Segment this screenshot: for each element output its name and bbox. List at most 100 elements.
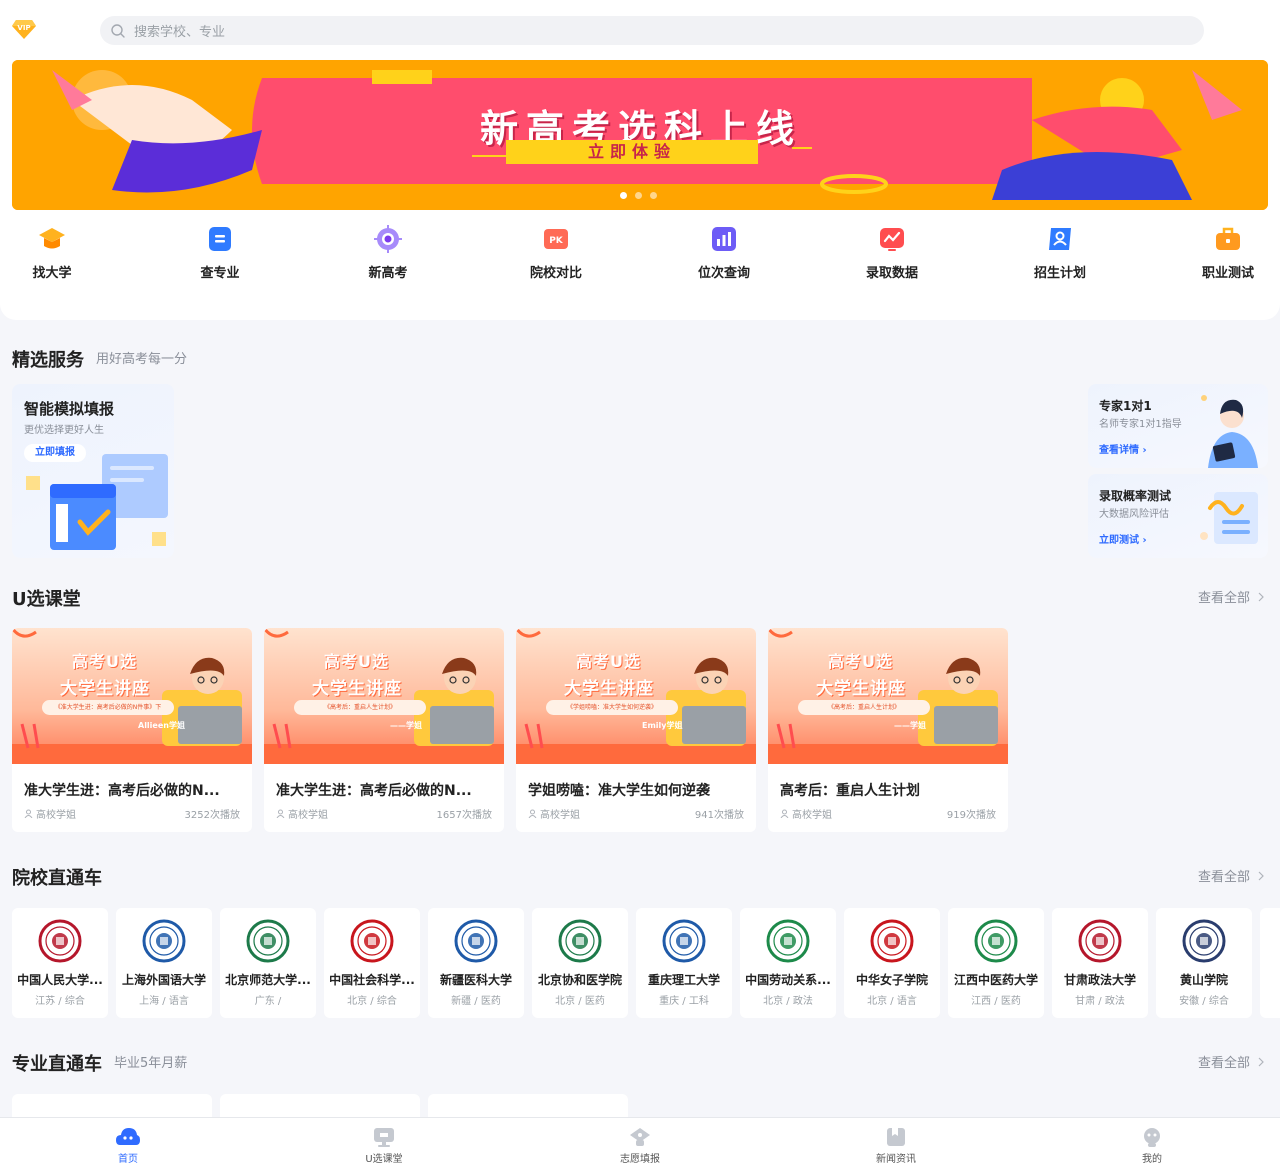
nav-enrollment-plan[interactable]: 招生计划 — [1010, 222, 1110, 281]
nav-label: 找大学 — [32, 266, 72, 281]
book-icon — [209, 227, 231, 251]
school-card-partial[interactable] — [1260, 908, 1280, 1018]
school-card[interactable]: 新疆医科大学 新疆 / 医药 — [428, 908, 524, 1018]
course-author: 高校学姐 — [276, 806, 328, 821]
classroom-icon — [374, 1128, 394, 1147]
thumb-line1: 高考U选 — [576, 652, 641, 671]
bar-chart-icon — [712, 227, 736, 251]
school-card[interactable]: 甘肃政法大学 甘肃 / 政法 — [1052, 908, 1148, 1018]
course-thumbnail: 高考U选 大学生讲座 《高考后：重启人生计划》 ——学姐 — [768, 628, 1008, 764]
school-meta: 广东 / — [254, 996, 282, 1007]
chevron-right-icon — [1258, 592, 1264, 601]
tab-home[interactable]: 首页 — [68, 1118, 188, 1165]
nav-compare-schools[interactable]: PK 院校对比 — [506, 222, 606, 281]
schools-see-all-link[interactable]: 查看全部 — [1198, 866, 1264, 885]
author-name: 高校学姐 — [288, 810, 328, 821]
svg-text:PK: PK — [549, 236, 564, 246]
course-title: 准大学生进：高考后必做的N... — [24, 783, 220, 799]
school-card[interactable]: 黄山学院 安徽 / 综合 — [1156, 908, 1252, 1018]
nav-label: 招生计划 — [1033, 266, 1086, 281]
bottom-tab-bar: 首页 U选课堂 志愿填报 新闻资讯 我的 — [0, 1117, 1280, 1167]
probability-test-card[interactable]: 录取概率测试 大数据风险评估 立即测试 › — [1088, 474, 1268, 558]
section-title-majors: 专业直通车 — [12, 1054, 102, 1075]
tab-classroom[interactable]: U选课堂 — [324, 1118, 444, 1165]
tab-news[interactable]: 新闻资讯 — [836, 1118, 956, 1165]
nav-admission-data[interactable]: 录取数据 — [842, 222, 942, 281]
svg-text:VIP: VIP — [17, 24, 30, 32]
tab-application[interactable]: 志愿填报 — [580, 1118, 700, 1165]
thumb-line2: 大学生讲座 — [312, 679, 402, 699]
banner-dot[interactable] — [620, 192, 627, 199]
school-name: 北京协和医学院 — [537, 973, 622, 987]
thumb-topic: 《学姐唠嗑：准大学生如何逆袭》 — [546, 700, 678, 715]
course-card[interactable]: 高考U选 大学生讲座 《高考后：重启人生计划》 ——学姐 高考后：重启人生计划 … — [768, 628, 1008, 832]
news-icon — [887, 1128, 905, 1146]
course-title: 高考后：重启人生计划 — [780, 783, 920, 799]
nav-label: 职业测试 — [1201, 266, 1254, 281]
course-card[interactable]: 高考U选 大学生讲座 《准大学生进：高考后必做的N件事》下 Allieen学姐 … — [12, 628, 252, 832]
probability-test-title: 录取概率测试 — [1099, 489, 1172, 503]
expert-consult-card[interactable]: 专家1对1 名师专家1对1指导 查看详情 › — [1088, 384, 1268, 468]
thumb-signature: Emily学姐 — [642, 721, 683, 730]
quick-nav: 找大学 查专业 新高考 PK 院校对比 位次查询 录取数据 招生计划 职业测试 — [0, 222, 1280, 282]
school-card[interactable]: 中国社会科学... 北京 / 综合 — [324, 908, 420, 1018]
section-title-schools: 院校直通车 — [12, 868, 102, 889]
banner-dot[interactable] — [635, 192, 642, 199]
nav-find-university[interactable]: 找大学 — [2, 222, 102, 281]
school-card[interactable]: 重庆理工大学 重庆 / 工科 — [636, 908, 732, 1018]
school-logo-icon — [454, 919, 498, 963]
banner-cta-button[interactable]: 立即体验 — [506, 140, 758, 164]
course-thumbnail: 高考U选 大学生讲座 《学姐唠嗑：准大学生如何逆袭》 Emily学姐 — [516, 628, 756, 764]
thumb-line1: 高考U选 — [828, 652, 893, 671]
probability-test-link[interactable]: 立即测试 › — [1099, 531, 1147, 546]
thumb-line1: 高考U选 — [72, 652, 137, 671]
school-logo-icon — [766, 919, 810, 963]
course-plays: 1657次播放 — [436, 810, 492, 821]
school-card[interactable]: 北京协和医学院 北京 / 医药 — [532, 908, 628, 1018]
promo-banner[interactable]: 新高考选科上线 立即体验 — [12, 60, 1268, 210]
smart-application-subtitle: 更优选择更好人生 — [24, 425, 104, 436]
thumb-line2: 大学生讲座 — [816, 679, 906, 699]
school-card[interactable]: 上海外国语大学 上海 / 语言 — [116, 908, 212, 1018]
course-thumbnail: 高考U选 大学生讲座 《高考后：重启人生计划》 ——学姐 — [264, 628, 504, 764]
nav-find-major[interactable]: 查专业 — [170, 222, 270, 281]
school-name: 重庆理工大学 — [647, 973, 720, 987]
school-meta: 北京 / 语言 — [867, 996, 917, 1007]
school-logo-icon — [38, 919, 82, 963]
thumb-topic: 《准大学生进：高考后必做的N件事》下 — [42, 700, 174, 715]
courses-see-all-link[interactable]: 查看全部 — [1198, 587, 1264, 606]
school-card[interactable]: 北京师范大学... 广东 / — [220, 908, 316, 1018]
search-icon — [111, 23, 125, 38]
nav-career-test[interactable]: 职业测试 — [1178, 222, 1278, 281]
smart-application-card[interactable]: 智能模拟填报 更优选择更好人生 立即填报 — [12, 384, 174, 558]
majors-see-all-link[interactable]: 查看全部 — [1198, 1052, 1264, 1071]
school-meta: 新疆 / 医药 — [451, 996, 501, 1007]
school-card[interactable]: 中国人民大学... 江苏 / 综合 — [12, 908, 108, 1018]
user-icon — [780, 809, 789, 818]
school-meta: 重庆 / 工科 — [659, 996, 709, 1007]
banner-dot[interactable] — [650, 192, 657, 199]
home-icon — [116, 1128, 140, 1145]
tab-label: 新闻资讯 — [876, 1154, 916, 1165]
school-name: 黄山学院 — [1179, 973, 1228, 987]
expert-consult-title: 专家1对1 — [1099, 399, 1152, 413]
chevron-right-icon — [1258, 1057, 1264, 1066]
course-card[interactable]: 高考U选 大学生讲座 《高考后：重启人生计划》 ——学姐 准大学生进：高考后必做… — [264, 628, 504, 832]
school-logo-icon — [558, 919, 602, 963]
tab-profile[interactable]: 我的 — [1092, 1118, 1212, 1165]
section-subtitle-majors: 毕业5年月薪 — [114, 1056, 188, 1071]
course-card[interactable]: 高考U选 大学生讲座 《学姐唠嗑：准大学生如何逆袭》 Emily学姐 学姐唠嗑：… — [516, 628, 756, 832]
school-card[interactable]: 中国劳动关系... 北京 / 政法 — [740, 908, 836, 1018]
section-title-services: 精选服务 — [12, 350, 84, 371]
school-name: 上海外国语大学 — [121, 973, 206, 987]
nav-rank-query[interactable]: 位次查询 — [674, 222, 774, 281]
school-meta: 北京 / 医药 — [555, 996, 605, 1007]
search-bar[interactable]: 搜索学校、专业 — [100, 16, 1204, 45]
school-card[interactable]: 江西中医药大学 江西 / 医药 — [948, 908, 1044, 1018]
expert-consult-link[interactable]: 查看详情 › — [1099, 441, 1147, 456]
school-card[interactable]: 中华女子学院 北京 / 语言 — [844, 908, 940, 1018]
vip-badge-icon[interactable]: VIP — [12, 18, 36, 40]
nav-new-gaokao[interactable]: 新高考 — [338, 222, 438, 281]
application-icon — [630, 1128, 650, 1146]
school-name: 新疆医科大学 — [439, 973, 512, 987]
